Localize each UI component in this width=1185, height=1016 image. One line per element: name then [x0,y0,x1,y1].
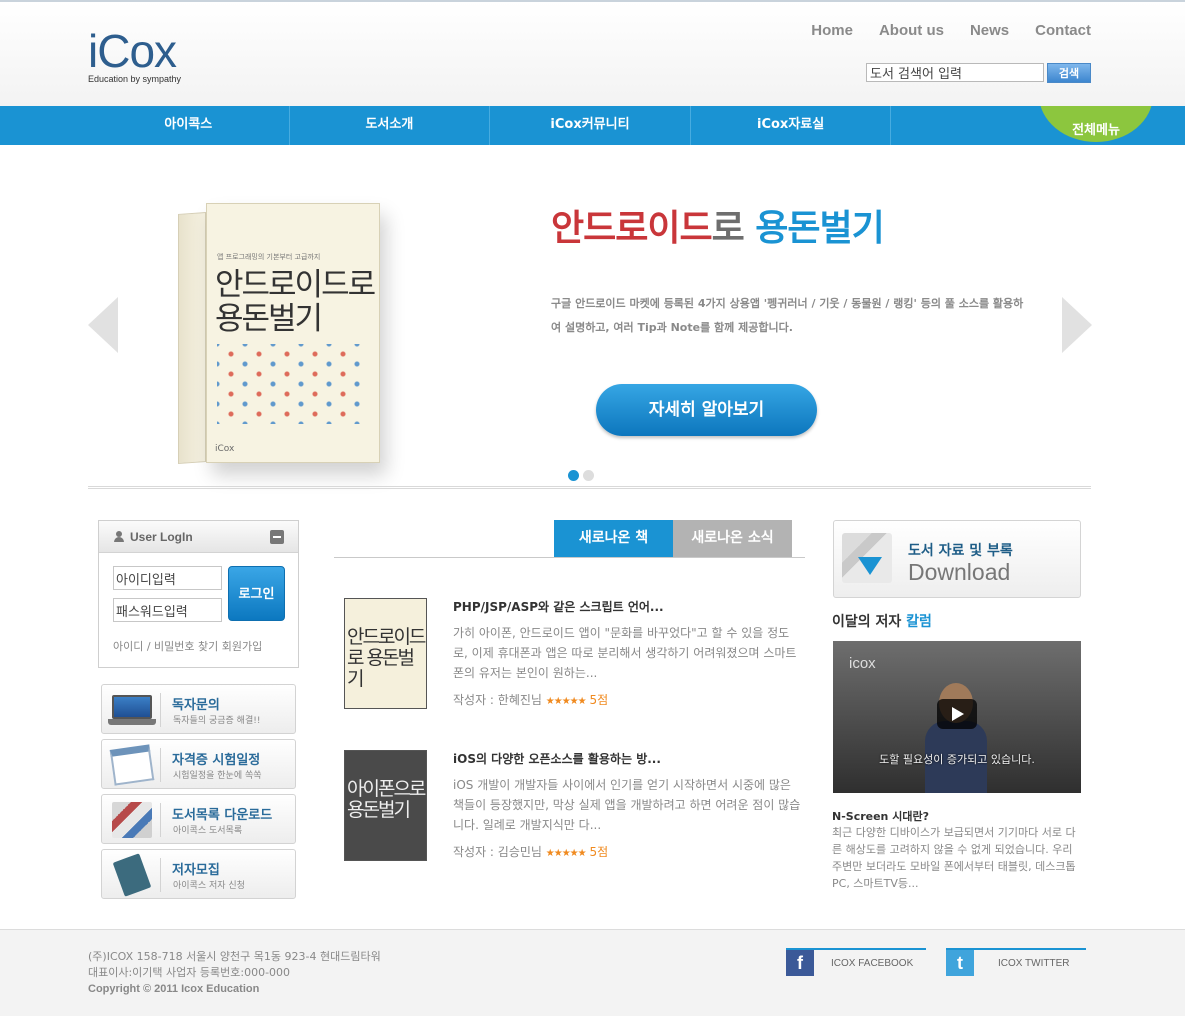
search-input[interactable] [866,63,1044,82]
quick-sub: 아이콕스 저자 신청 [173,881,245,891]
password-input[interactable] [113,598,222,622]
top-nav: Home About us News Contact [785,22,1091,39]
nav-home[interactable]: Home [811,22,853,39]
hero-banner: 앱 프로그래밍의 기본부터 고급까지 안드로이드로 용돈벌기 iCox 안드로이… [0,145,1185,490]
download-banner[interactable]: 도서 자료 및 부록 Download [833,520,1081,598]
user-icon [114,531,124,542]
gnb-item-icox[interactable]: 아이콕스 [88,106,289,145]
login-header: User LogIn [99,521,298,553]
facebook-link[interactable]: f ICOX FACEBOOK [786,948,926,976]
search-bar: 검색 [866,63,1091,83]
calendar-icon [109,744,155,786]
login-button[interactable]: 로그인 [228,566,285,621]
article-title[interactable]: iOS의 다양한 오픈소스를 활용하는 방... [453,750,661,767]
column-description: 최근 다양한 디바이스가 보급되면서 기기마다 서로 다른 해상도를 고려하지 … [832,826,1076,890]
content-tabs: 새로나온 책 새로나온 소식 [334,520,805,558]
gnb-item-books[interactable]: 도서소개 [288,106,490,145]
quick-title: 도서목록 다운로드 [172,808,273,823]
quick-link-catalog[interactable]: 도서목록 다운로드 아이콕스 도서목록 [101,794,296,844]
quick-sub: 아이콕스 도서목록 [173,826,243,836]
slide-dot-2[interactable] [583,470,594,481]
quick-title: 독자문의 [172,698,220,713]
slide-dot-1[interactable] [568,470,579,481]
list-item: 안드로이드로 용돈벌기 PHP/JSP/ASP와 같은 스크립트 언어... 가… [344,598,804,710]
nav-about[interactable]: About us [879,22,944,39]
footer: (주)ICOX 158-718 서울시 양천구 목1동 923-4 현대드림타워… [0,929,1185,1016]
article-description: 가히 아이폰, 안드로이드 앱이 "문화를 바꾸었다"고 할 수 있을 정도로,… [453,626,797,680]
footer-info: (주)ICOX 158-718 서울시 양천구 목1동 923-4 현대드림타워… [88,949,381,997]
twitter-label: ICOX TWITTER [998,958,1070,969]
quick-title: 저자모집 [172,863,220,878]
quick-link-author-recruit[interactable]: 저자모집 아이콕스 저자 신청 [101,849,296,899]
prev-arrow-icon[interactable] [88,297,118,353]
logo[interactable]: iCox Education by sympathy [88,28,181,84]
column-title[interactable]: N-Screen 시대란? [832,808,929,824]
hero-book-image: 앱 프로그래밍의 기본부터 고급까지 안드로이드로 용돈벌기 iCox [178,203,380,464]
article-meta: 작성자 : 김승민님 ★★★★★ 5점 [453,845,609,859]
star-rating-icon: ★★★★★ [545,696,587,707]
video-logo: icox [849,655,876,672]
book-subtitle: 앱 프로그래밍의 기본부터 고급까지 [217,253,321,261]
learn-more-button[interactable]: 자세히 알아보기 [596,384,817,436]
books-icon [112,802,152,838]
article-title[interactable]: PHP/JSP/ASP와 같은 스크립트 언어... [453,598,664,615]
play-icon[interactable] [937,699,977,729]
download-title: 도서 자료 및 부록 [908,543,1013,559]
next-arrow-icon[interactable] [1062,297,1092,353]
id-input[interactable] [113,566,222,590]
all-menu-label: 전체메뉴 [1072,123,1120,138]
author-column-heading: 이달의 저자 칼럼 [832,614,932,630]
book-title: 안드로이드로 용돈벌기 [215,267,376,337]
list-item: 아이폰으로 용돈벌기 iOS의 다양한 오픈소스를 활용하는 방... iOS … [344,750,804,862]
tab-new-books[interactable]: 새로나온 책 [554,520,673,557]
article-meta: 작성자 : 한혜진님 ★★★★★ 5점 [453,693,609,707]
header: iCox Education by sympathy Home About us… [0,2,1185,106]
minimize-icon[interactable] [270,530,284,544]
book-cover[interactable]: 아이폰으로 용돈벌기 [344,750,427,861]
download-icon [842,533,892,583]
video-player[interactable]: icox 도할 필요성이 증가되고 있습니다. [833,641,1081,793]
footer-copyright: Copyright © 2011 Icox Education [88,983,260,995]
quick-sub: 시험일정을 한눈에 쏙쏙 [173,771,262,781]
login-title: User LogIn [130,530,193,544]
facebook-label: ICOX FACEBOOK [831,958,914,969]
laptop-icon [108,695,156,725]
star-rating-icon: ★★★★★ [545,848,587,859]
hero-description: 구글 안드로이드 마켓에 등록된 4가지 상용앱 '펭귀러너 / 기웃 / 동물… [551,297,1024,334]
login-links[interactable]: 아이디 / 비밀번호 찾기 회원가입 [113,638,262,654]
twitter-link[interactable]: t ICOX TWITTER [946,948,1086,976]
book-cover[interactable]: 안드로이드로 용돈벌기 [344,598,427,709]
tab-new-news[interactable]: 새로나온 소식 [673,520,792,557]
search-button[interactable]: 검색 [1047,63,1091,83]
hero-title: 안드로이드로 용돈벌기 [551,208,885,249]
footer-address: (주)ICOX 158-718 서울시 양천구 목1동 923-4 현대드림타워 [88,950,381,963]
gnb-item-community[interactable]: iCox커뮤니티 [489,106,690,145]
nav-news[interactable]: News [970,22,1009,39]
video-subtitle: 도할 필요성이 증가되고 있습니다. [879,753,1035,766]
nav-contact[interactable]: Contact [1035,22,1091,39]
footer-ceo: 대표이사:이기택 사업자 등록번호:000-000 [88,966,291,979]
download-sub: Download [908,559,1011,585]
facebook-icon: f [786,950,814,976]
quick-title: 자격증 시험일정 [172,753,261,768]
logo-tagline: Education by sympathy [88,74,182,84]
logo-text: iCox [88,25,177,77]
quick-link-inquiry[interactable]: 독자문의 독자들의 궁금증 해결!! [101,684,296,734]
quick-sub: 독자들의 궁금증 해결!! [173,716,261,726]
twitter-icon: t [946,950,974,976]
article-description: iOS 개발이 개발자들 사이에서 인기를 얻기 시작하면서 시중에 많은 책들… [453,778,801,832]
main-nav: 아이콕스 도서소개 iCox커뮤니티 iCox자료실 전체메뉴 [0,106,1185,145]
quick-link-exam-schedule[interactable]: 자격증 시험일정 시험일정을 한눈에 쏙쏙 [101,739,296,789]
all-menu-button[interactable]: 전체메뉴 [1039,106,1153,145]
login-box: User LogIn 로그인 아이디 / 비밀번호 찾기 회원가입 [98,520,299,668]
divider [88,486,1091,489]
slide-indicator [568,470,594,481]
gnb-item-archive[interactable]: iCox자료실 [689,106,891,145]
book-publisher: iCox [215,444,235,454]
pen-icon [112,853,152,897]
